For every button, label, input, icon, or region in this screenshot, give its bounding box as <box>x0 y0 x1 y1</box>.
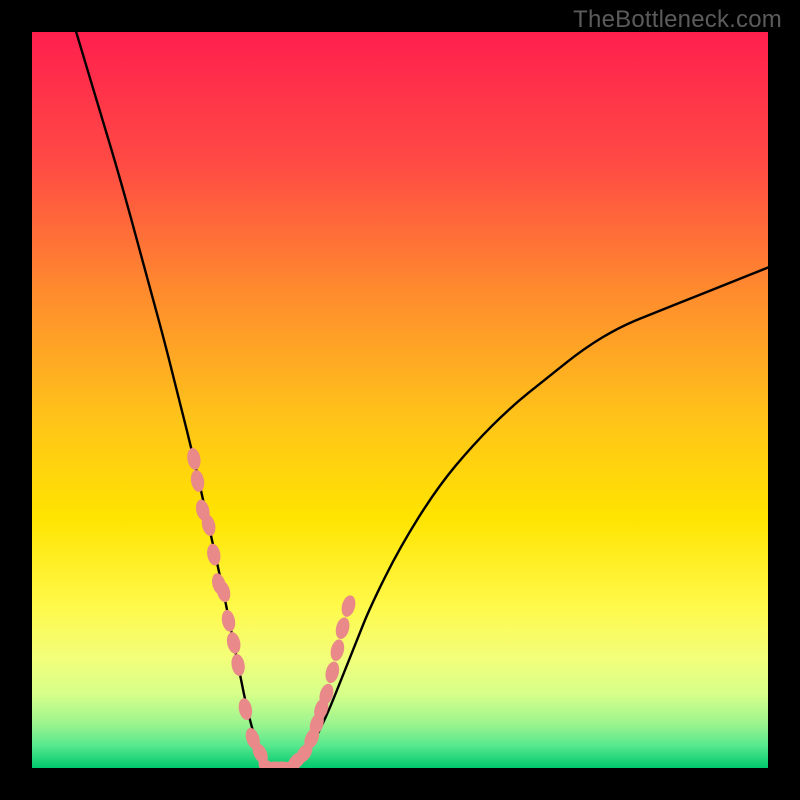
curve-marker <box>225 631 242 655</box>
curve-marker <box>323 660 341 684</box>
curve-marker <box>189 469 206 493</box>
curve-marker <box>329 638 347 662</box>
curve-marker <box>206 543 223 567</box>
marker-group <box>186 447 358 768</box>
bottleneck-curve <box>76 32 768 768</box>
curve-marker <box>186 447 202 471</box>
curve-marker <box>334 616 352 640</box>
curve-marker <box>237 697 254 721</box>
plot-area <box>32 32 768 768</box>
curve-marker <box>339 594 357 619</box>
curve-layer <box>32 32 768 768</box>
curve-marker <box>230 653 247 677</box>
watermark-label: TheBottleneck.com <box>573 6 782 34</box>
curve-marker <box>220 609 237 633</box>
chart-frame: TheBottleneck.com <box>0 0 800 800</box>
